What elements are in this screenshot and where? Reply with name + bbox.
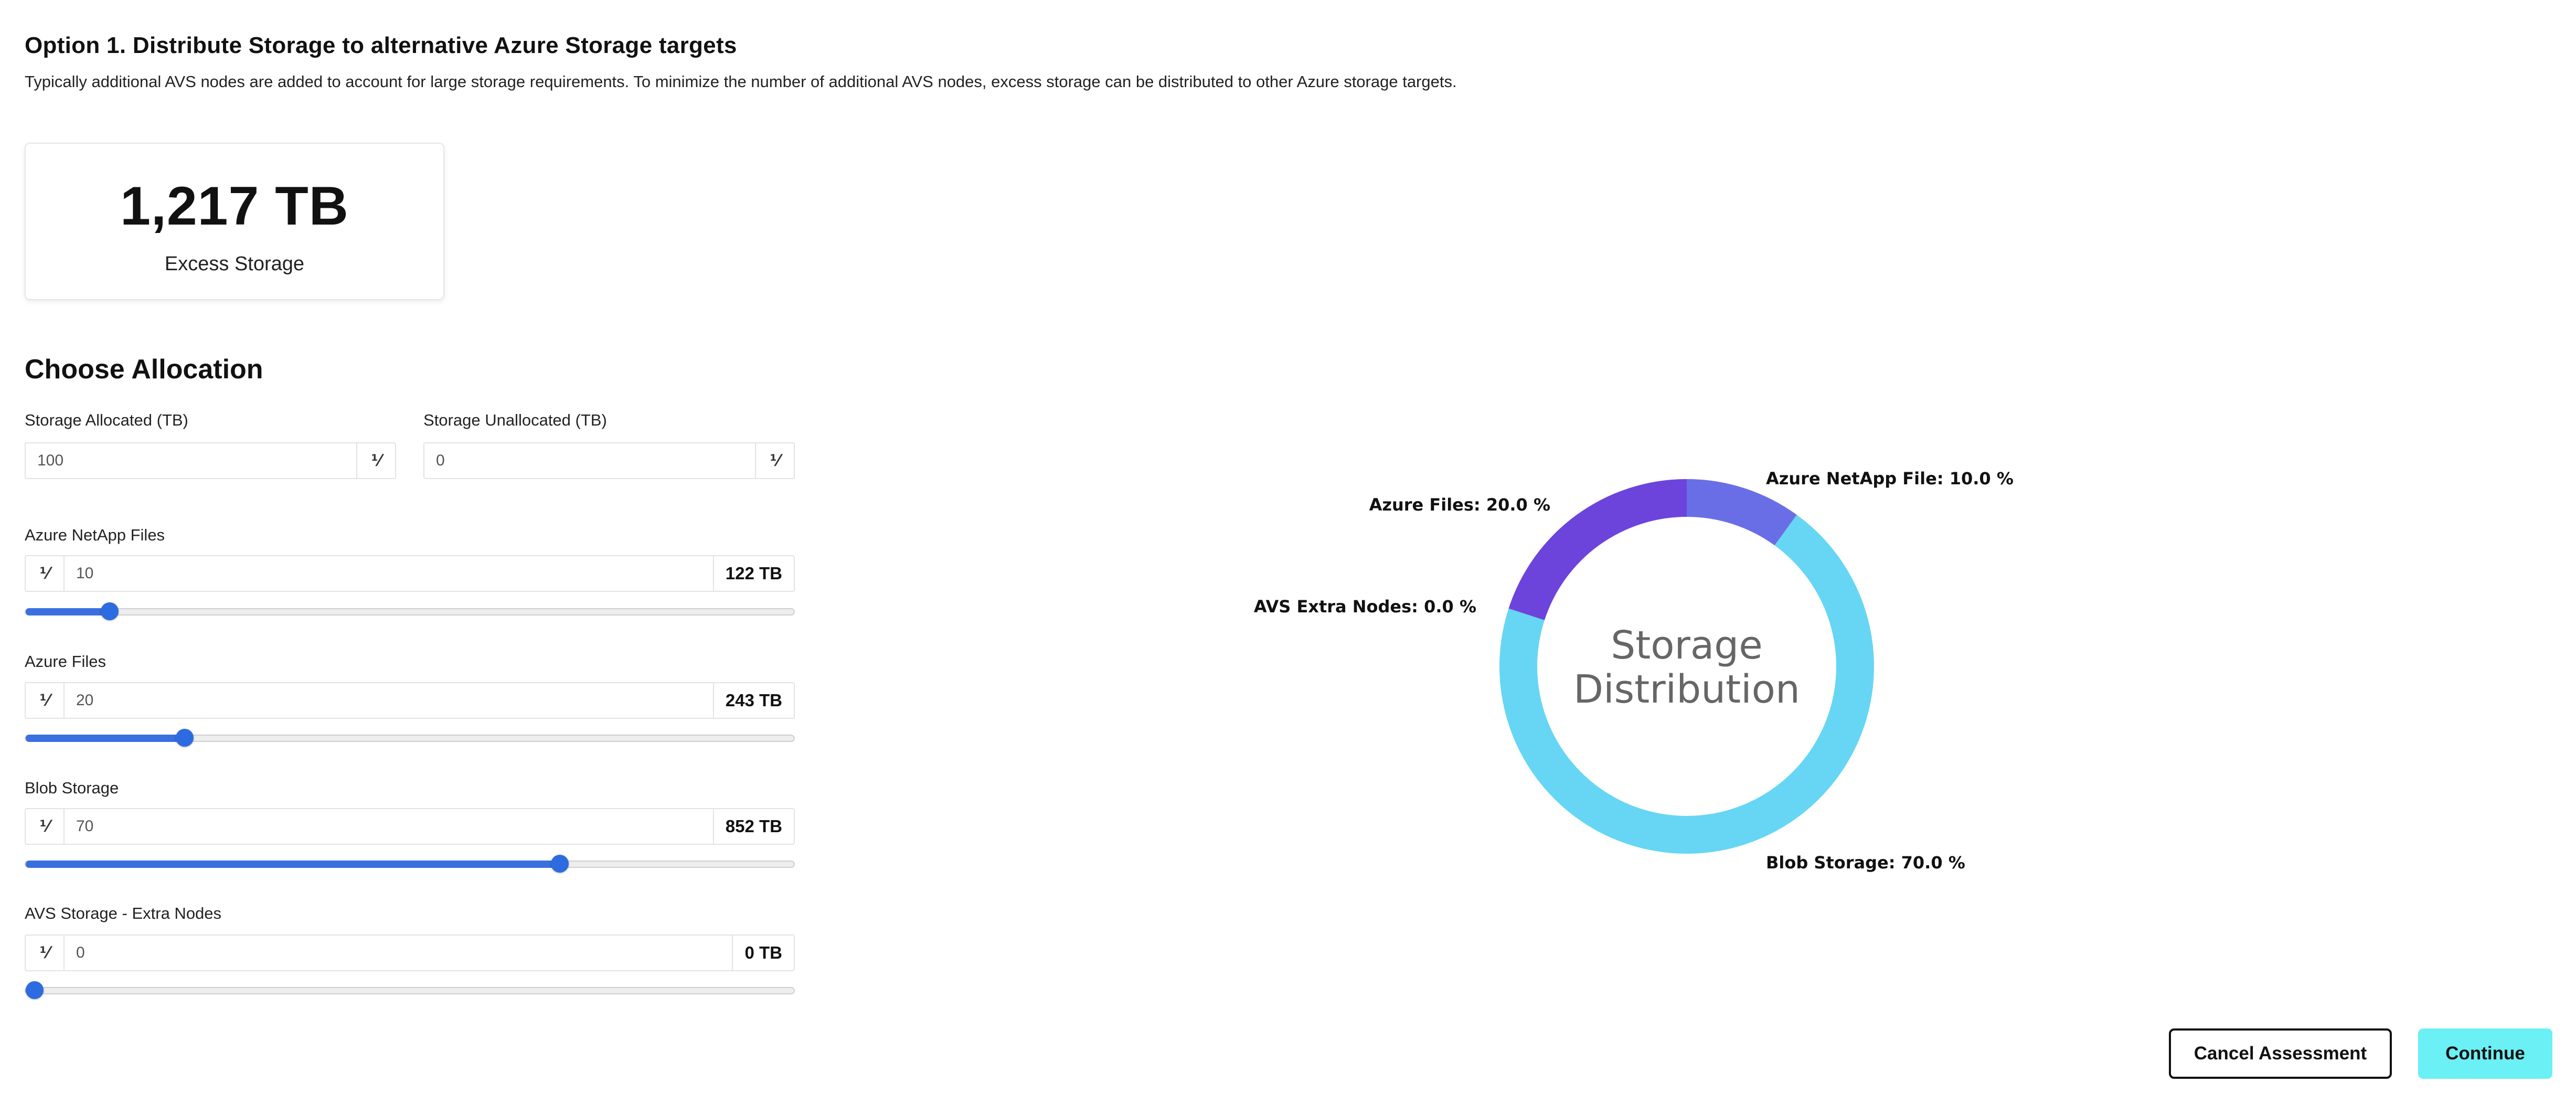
storage-allocated-label: Storage Allocated (TB) (25, 411, 188, 429)
target-percent-input[interactable]: 10 (65, 556, 713, 591)
storage-distribution-page: Option 1. Distribute Storage to alternat… (0, 0, 2576, 1104)
storage-allocated-field[interactable]: 100 ⅟ (25, 442, 396, 479)
target-percent-input[interactable]: 0 (65, 936, 732, 970)
storage-unallocated-field[interactable]: 0 ⅟ (423, 442, 795, 479)
continue-button[interactable]: Continue (2418, 1028, 2552, 1079)
chart-center-text: Storage (1611, 623, 1763, 668)
target-slider-avs-extra-nodes[interactable] (25, 981, 795, 999)
target-field-azure-files[interactable]: ⅟ 20 243 TB (25, 682, 795, 719)
excess-storage-label: Excess Storage (164, 253, 305, 275)
target-label-azure-netapp-files: Azure NetApp Files (25, 526, 165, 544)
target-field-blob-storage[interactable]: ⅟ 70 852 TB (25, 808, 795, 845)
percent-icon[interactable]: ⅟ (755, 443, 794, 478)
percent-icon[interactable]: ⅟ (26, 936, 65, 970)
excess-storage-value: 1,217 TB (120, 176, 349, 237)
storage-unallocated-input[interactable]: 0 (424, 443, 755, 478)
donut-chart-svg: Azure NetApp File: 10.0 % Blob Storage: 7… (1254, 469, 2014, 873)
target-field-azure-netapp-files[interactable]: ⅟ 10 122 TB (25, 555, 795, 592)
target-percent-input[interactable]: 70 (65, 809, 713, 844)
slider-thumb[interactable] (551, 855, 569, 873)
cancel-assessment-button[interactable]: Cancel Assessment (2169, 1028, 2392, 1079)
donut-slice[interactable] (1687, 479, 1797, 546)
target-tb-value: 122 TB (712, 556, 794, 591)
slider-fill (26, 735, 185, 742)
storage-unallocated-label: Storage Unallocated (TB) (423, 411, 607, 429)
target-tb-value: 0 TB (732, 936, 794, 970)
target-label-azure-files: Azure Files (25, 652, 107, 671)
slice-label: Azure NetApp File: 10.0 % (1766, 469, 2014, 489)
slider-thumb[interactable] (176, 729, 194, 747)
page-title: Option 1. Distribute Storage to alternat… (25, 33, 737, 58)
slider-thumb[interactable] (101, 602, 119, 620)
target-slider-azure-netapp-files[interactable] (25, 602, 795, 620)
target-field-avs-extra-nodes[interactable]: ⅟ 0 0 TB (25, 935, 795, 971)
slider-thumb[interactable] (26, 981, 44, 999)
target-slider-blob-storage[interactable] (25, 855, 795, 873)
percent-icon[interactable]: ⅟ (356, 443, 395, 478)
target-tb-value: 243 TB (712, 683, 794, 718)
target-tb-value: 852 TB (712, 809, 794, 844)
percent-icon[interactable]: ⅟ (26, 809, 65, 844)
storage-distribution-chart: Azure NetApp File: 10.0 % Blob Storage: 7… (1207, 430, 2046, 903)
excess-storage-card: 1,217 TB Excess Storage (25, 143, 444, 300)
target-label-avs-extra-nodes: AVS Storage - Extra Nodes (25, 904, 222, 922)
slice-label: Blob Storage: 70.0 % (1766, 853, 1965, 873)
slider-fill (26, 608, 110, 615)
allocation-title: Choose Allocation (25, 354, 263, 385)
slice-label: AVS Extra Nodes: 0.0 % (1254, 597, 1476, 617)
percent-icon[interactable]: ⅟ (26, 683, 65, 718)
page-description: Typically additional AVS nodes are added… (25, 72, 1457, 91)
slice-label: Azure Files: 20.0 % (1369, 495, 1550, 515)
target-percent-input[interactable]: 20 (65, 683, 713, 718)
target-label-blob-storage: Blob Storage (25, 779, 119, 797)
target-slider-azure-files[interactable] (25, 729, 795, 747)
chart-center-text: Distribution (1573, 667, 1800, 712)
storage-allocated-input[interactable]: 100 (26, 443, 356, 478)
percent-icon[interactable]: ⅟ (26, 556, 65, 591)
slider-fill (26, 861, 560, 868)
